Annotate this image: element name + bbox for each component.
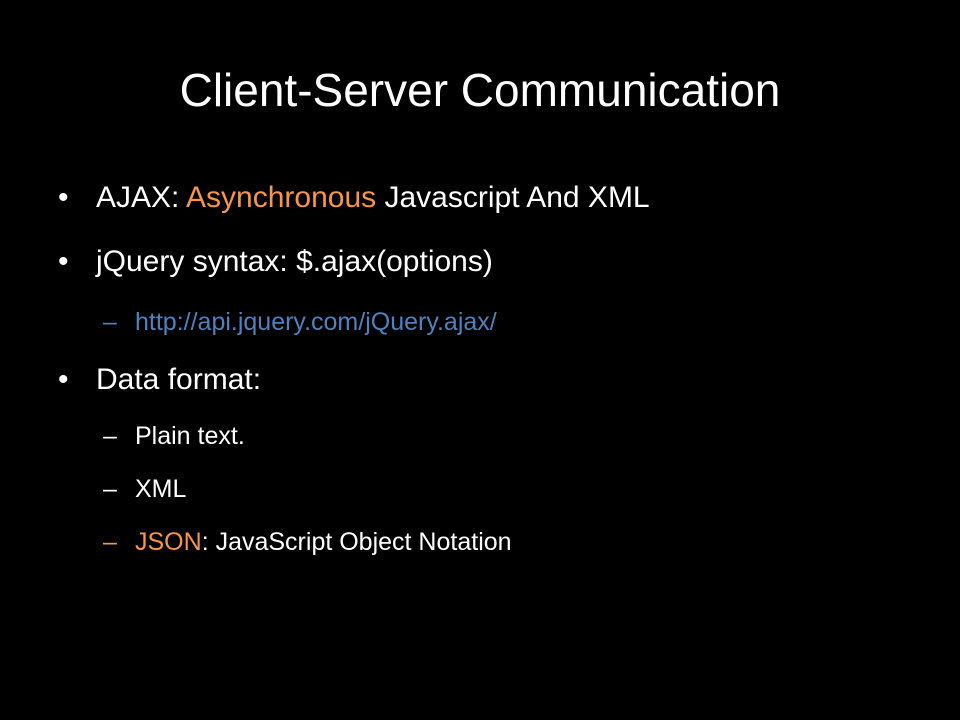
dash-icon: –	[103, 528, 117, 556]
bullet-icon: •	[58, 181, 69, 214]
sub-item-text: Plain text.	[135, 422, 245, 450]
json-suffix: : JavaScript Object Notation	[201, 528, 512, 556]
slide-body: • AJAX: Asynchronous Javascript And XML …	[0, 0, 960, 720]
bullet-text: jQuery syntax: $.ajax(options)	[96, 245, 493, 278]
sub-item-text: XML	[135, 475, 187, 503]
bullet-icon: •	[58, 245, 69, 278]
ajax-prefix: AJAX:	[96, 181, 187, 214]
ajax-suffix: Javascript And XML	[376, 181, 650, 214]
bullet-text: Data format:	[96, 363, 262, 396]
jquery-ajax-link[interactable]: http://api.jquery.com/jQuery.ajax/	[135, 305, 497, 339]
json-highlight: JSON	[135, 528, 202, 556]
slide: Client-Server Communication • AJAX: Asyn…	[0, 0, 960, 720]
dash-icon: –	[103, 308, 117, 336]
dash-icon: –	[103, 422, 117, 450]
dash-icon: –	[103, 475, 117, 503]
ajax-highlight: Asynchronous	[186, 181, 377, 214]
sub-item-text: JSON: JavaScript Object Notation	[135, 525, 512, 559]
bullet-icon: •	[58, 363, 69, 396]
bullet-text: AJAX: Asynchronous Javascript And XML	[96, 178, 650, 218]
